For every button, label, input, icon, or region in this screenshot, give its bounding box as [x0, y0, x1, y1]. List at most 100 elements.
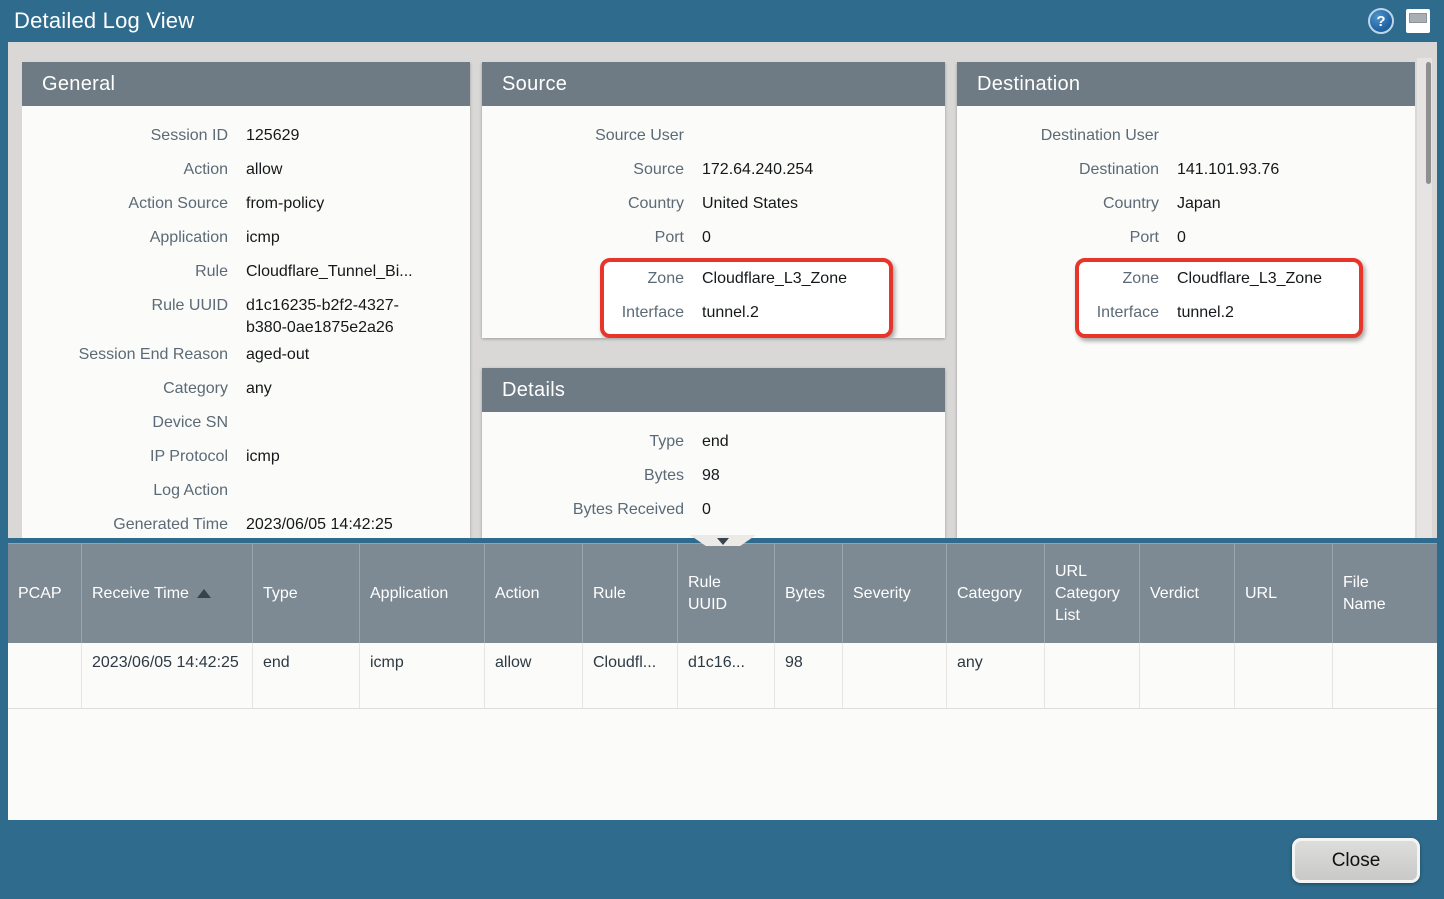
- field-value: tunnel.2: [702, 302, 759, 324]
- field-row-destination-user: Destination User: [957, 120, 1403, 154]
- field-label: Generated Time: [22, 514, 228, 536]
- field-row-zone: ZoneCloudflare_L3_Zone: [1079, 263, 1359, 297]
- col-header-pcap[interactable]: PCAP: [8, 544, 82, 643]
- field-value: United States: [702, 193, 798, 215]
- col-header-url-category-list[interactable]: URL Category List: [1045, 544, 1140, 643]
- field-value: 0: [702, 499, 711, 521]
- col-header-action[interactable]: Action: [485, 544, 583, 643]
- field-row-destination: Destination141.101.93.76: [957, 154, 1403, 188]
- field-row-source-user: Source User: [482, 120, 933, 154]
- field-label: Destination: [957, 159, 1159, 181]
- vertical-scrollbar[interactable]: [1417, 58, 1432, 538]
- source-panel: Source Source User Source172.64.240.254 …: [482, 62, 945, 338]
- field-label: IP Protocol: [22, 446, 228, 468]
- field-row-type: Typeend: [482, 426, 933, 460]
- cell-file-name: [1333, 643, 1437, 708]
- field-row-rule-uuid: Rule UUID d1c16235-b2f2-4327-b380-0ae1875…: [22, 290, 458, 339]
- cell-type: end: [253, 643, 360, 708]
- col-header-verdict[interactable]: Verdict: [1140, 544, 1235, 643]
- field-label: Category: [22, 378, 228, 400]
- cell-severity: [843, 643, 947, 708]
- field-label: Bytes Received: [482, 499, 684, 521]
- field-label: Application: [22, 227, 228, 249]
- field-value: 172.64.240.254: [702, 159, 813, 181]
- field-value: Japan: [1177, 193, 1221, 215]
- cell-receive-time: 2023/06/05 14:42:25: [82, 643, 253, 708]
- field-row-bytes-received: Bytes Received 0: [482, 494, 933, 528]
- field-row-country: Country United States: [482, 188, 933, 222]
- field-row-application: Applicationicmp: [22, 222, 458, 256]
- col-header-type[interactable]: Type: [253, 544, 360, 643]
- col-header-rule-uuid[interactable]: Rule UUID: [678, 544, 775, 643]
- field-row-interface: Interface tunnel.2: [604, 297, 889, 331]
- detail-panels-area: General Session ID125629 Actionallow Act…: [8, 42, 1437, 538]
- col-header-bytes[interactable]: Bytes: [775, 544, 843, 643]
- details-panel-header: Details: [482, 368, 945, 412]
- window-icon-pane: [1409, 13, 1427, 23]
- field-label: Session End Reason: [22, 344, 228, 366]
- cell-bytes: 98: [775, 643, 843, 708]
- field-label: Interface: [1079, 302, 1159, 324]
- destination-panel-header: Destination: [957, 62, 1415, 106]
- col-header-severity[interactable]: Severity: [843, 544, 947, 643]
- field-value: Cloudflare_L3_Zone: [702, 268, 847, 290]
- titlebar: Detailed Log View ?: [0, 0, 1444, 42]
- cell-action: allow: [485, 643, 583, 708]
- field-value: Cloudflare_Tunnel_Bi...: [246, 261, 413, 283]
- field-label: Action Source: [22, 193, 228, 215]
- field-value: 2023/06/05 14:42:25: [246, 514, 393, 536]
- details-panel-body: Typeend Bytes98 Bytes Received0: [482, 412, 945, 528]
- field-row-action: Actionallow: [22, 154, 458, 188]
- destination-zone-highlight-box: ZoneCloudflare_L3_Zone Interface tunnel.2: [1075, 258, 1363, 338]
- field-value: 125629: [246, 125, 299, 147]
- source-zone-highlight-box: ZoneCloudflare_L3_Zone Interface tunnel.2: [600, 258, 893, 338]
- col-header-url[interactable]: URL: [1235, 544, 1333, 643]
- field-row-port: Port0: [482, 222, 933, 256]
- field-label: Rule UUID: [22, 295, 228, 317]
- field-value: d1c16235-b2f2-4327-b380-0ae1875e2a26: [246, 295, 436, 339]
- field-value: from-policy: [246, 193, 324, 215]
- field-label: Port: [482, 227, 684, 249]
- col-header-application[interactable]: Application: [360, 544, 485, 643]
- field-value: tunnel.2: [1177, 302, 1234, 324]
- field-value: Cloudflare_L3_Zone: [1177, 268, 1322, 290]
- field-row-interface: Interface tunnel.2: [1079, 297, 1359, 331]
- close-button[interactable]: Close: [1292, 838, 1420, 883]
- cell-application: icmp: [360, 643, 485, 708]
- chevron-down-icon: [717, 538, 729, 545]
- col-header-file-name[interactable]: File Name: [1333, 544, 1437, 643]
- field-label: Interface: [604, 302, 684, 324]
- cell-verdict: [1140, 643, 1235, 708]
- field-row-action-source: Action Source from-policy: [22, 188, 458, 222]
- field-value: 0: [1177, 227, 1186, 249]
- field-label: Source User: [482, 125, 684, 147]
- panels-container: General Session ID125629 Actionallow Act…: [22, 62, 1415, 538]
- field-row-country: CountryJapan: [957, 188, 1403, 222]
- field-row-device-sn: Device SN: [22, 407, 458, 441]
- destination-panel: Destination Destination User Destination…: [957, 62, 1415, 538]
- col-header-rule[interactable]: Rule: [583, 544, 678, 643]
- field-row-category: Categoryany: [22, 373, 458, 407]
- field-row-rule: Rule Cloudflare_Tunnel_Bi...: [22, 256, 458, 290]
- field-value: icmp: [246, 446, 280, 468]
- help-icon[interactable]: ?: [1368, 8, 1394, 34]
- log-table: PCAP Receive Time Type Application Actio…: [8, 543, 1437, 820]
- field-row-port: Port0: [957, 222, 1403, 256]
- field-value: aged-out: [246, 344, 309, 366]
- col-header-category[interactable]: Category: [947, 544, 1045, 643]
- cell-rule-uuid: d1c16...: [678, 643, 775, 708]
- field-value: end: [702, 431, 729, 453]
- field-label: Country: [482, 193, 684, 215]
- field-row-zone: ZoneCloudflare_L3_Zone: [604, 263, 889, 297]
- cell-rule: Cloudfl...: [583, 643, 678, 708]
- window-icon[interactable]: [1406, 9, 1430, 33]
- field-label: Action: [22, 159, 228, 181]
- log-table-header: PCAP Receive Time Type Application Actio…: [8, 543, 1437, 643]
- col-header-receive-time[interactable]: Receive Time: [82, 544, 253, 643]
- log-table-row[interactable]: 2023/06/05 14:42:25 end icmp allow Cloud…: [8, 643, 1437, 709]
- scrollbar-thumb[interactable]: [1426, 62, 1431, 184]
- details-panel: Details Typeend Bytes98 Bytes Received0: [482, 368, 945, 538]
- field-label: Rule: [22, 261, 228, 283]
- general-panel: General Session ID125629 Actionallow Act…: [22, 62, 470, 538]
- field-row-ip-protocol: IP Protocol icmp: [22, 441, 458, 475]
